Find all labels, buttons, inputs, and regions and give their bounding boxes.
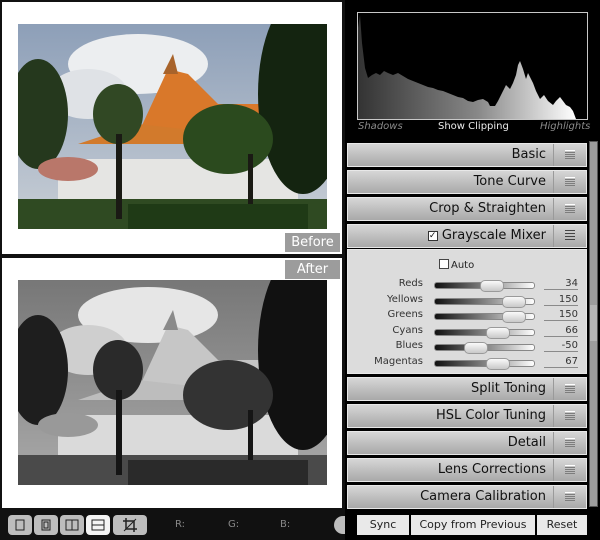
auto-checkbox[interactable]: Auto — [439, 259, 474, 271]
slider-track[interactable] — [434, 280, 535, 292]
after-photo — [18, 280, 327, 485]
view-toolbar: R: G: B: — [0, 510, 348, 540]
before-label: Before — [285, 233, 340, 252]
section-title: Lens Corrections — [437, 462, 546, 477]
section-enable-checkbox[interactable]: ✓ — [427, 231, 438, 241]
section-menu-icon[interactable] — [553, 225, 586, 247]
section-title: Detail — [507, 435, 546, 450]
section-menu-icon[interactable] — [553, 144, 586, 166]
scrollbar-thumb[interactable] — [590, 305, 597, 341]
section-title: Basic — [511, 147, 546, 162]
section-title: Grayscale Mixer — [441, 228, 546, 243]
slider-label: Greens — [387, 309, 424, 320]
slider-thumb[interactable] — [486, 326, 511, 339]
section-grayscale-mixer[interactable]: ✓ Grayscale Mixer — [347, 224, 587, 248]
slider-value-field[interactable]: 66 — [544, 325, 578, 337]
section-crop-straighten[interactable]: Crop & Straighten — [347, 197, 587, 221]
slider-value-field[interactable]: -50 — [544, 340, 578, 352]
slider-track[interactable] — [434, 357, 535, 370]
g-readout: G: — [228, 519, 240, 530]
slider-row-cyans: Cyans 66 — [348, 325, 588, 339]
section-menu-icon[interactable] — [553, 486, 586, 508]
before-photo — [18, 24, 327, 229]
section-menu-icon[interactable] — [553, 432, 586, 454]
slider-thumb[interactable] — [480, 280, 505, 292]
section-basic[interactable]: Basic — [347, 143, 587, 167]
section-title: Split Toning — [471, 381, 546, 396]
slider-thumb[interactable] — [502, 311, 527, 323]
copy-from-previous-button[interactable]: Copy from Previous — [411, 515, 535, 535]
slider-thumb[interactable] — [463, 342, 488, 354]
section-title: Camera Calibration — [420, 489, 546, 504]
slider-label: Blues — [395, 340, 423, 351]
auto-label: Auto — [451, 260, 475, 271]
slider-label: Reds — [398, 278, 423, 289]
section-menu-icon[interactable] — [553, 405, 586, 427]
reset-button[interactable]: Reset — [537, 515, 587, 535]
section-title: Crop & Straighten — [429, 201, 546, 216]
slider-track[interactable] — [434, 295, 535, 308]
slider-label: Yellows — [387, 293, 423, 305]
histogram — [357, 12, 588, 120]
section-menu-icon[interactable] — [553, 171, 586, 193]
grayscale-mixer-body: Auto Reds 34 Yellows 150 Greens 150 Cyans 66 Blu… — [347, 249, 587, 374]
split-frame-icon — [41, 519, 51, 531]
histogram-graph — [358, 15, 576, 119]
checkbox-box[interactable] — [439, 259, 449, 269]
slider-row-reds: Reds 34 — [348, 278, 588, 292]
section-menu-icon[interactable] — [553, 198, 586, 220]
before-after-top-bottom-button[interactable] — [86, 515, 110, 535]
slider-thumb[interactable] — [502, 295, 527, 308]
slider-value-field[interactable]: 34 — [544, 278, 578, 290]
crop-icon — [123, 518, 137, 532]
slider-row-blues: Blues -50 — [348, 340, 588, 354]
after-label: After — [285, 260, 340, 279]
slider-track[interactable] — [434, 326, 535, 339]
r-readout: R: — [175, 519, 186, 530]
before-after-left-right-button[interactable] — [60, 515, 84, 535]
highlights-clipping-label[interactable]: Highlights — [540, 121, 590, 132]
section-lens-corrections[interactable]: Lens Corrections — [347, 458, 587, 482]
slider-track[interactable] — [434, 342, 535, 354]
sync-button[interactable]: Sync — [357, 515, 409, 535]
section-menu-icon[interactable] — [553, 378, 586, 400]
preview-area: Before After — [0, 0, 345, 540]
section-camera-calibration[interactable]: Camera Calibration — [347, 485, 587, 509]
loupe-view-button[interactable] — [8, 515, 32, 535]
slider-row-magentas: Magentas 67 — [348, 356, 588, 370]
section-title-wrap: ✓ Grayscale Mixer — [427, 228, 546, 243]
side-by-side-icon — [65, 519, 79, 531]
slider-value-field[interactable]: 150 — [544, 309, 578, 321]
top-bottom-icon — [91, 519, 105, 531]
section-detail[interactable]: Detail — [347, 431, 587, 455]
slider-thumb[interactable] — [486, 357, 511, 370]
before-after-split-button[interactable] — [34, 515, 58, 535]
before-panel: Before — [2, 2, 342, 254]
section-title: Tone Curve — [473, 174, 546, 189]
b-readout: B: — [280, 519, 291, 530]
slider-row-greens: Greens 150 — [348, 309, 588, 323]
histogram-fill — [358, 15, 576, 119]
slider-track[interactable] — [434, 311, 535, 323]
after-panel: After — [2, 258, 342, 508]
crop-tool-button[interactable] — [113, 515, 147, 535]
section-menu-icon[interactable] — [553, 459, 586, 481]
shadows-clipping-label[interactable]: Shadows — [358, 121, 403, 132]
slider-row-yellows: Yellows 150 — [348, 294, 588, 308]
section-hsl-color-tuning[interactable]: HSL Color Tuning — [347, 404, 587, 428]
show-clipping-toggle[interactable]: Show Clipping — [438, 121, 509, 132]
section-split-toning[interactable]: Split Toning — [347, 377, 587, 401]
slider-value-field[interactable]: 67 — [544, 356, 578, 368]
slider-label: Cyans — [392, 324, 423, 336]
single-frame-icon — [15, 519, 25, 531]
slider-label: Magentas — [374, 355, 423, 367]
slider-value-field[interactable]: 150 — [544, 294, 578, 306]
section-tone-curve[interactable]: Tone Curve — [347, 170, 587, 194]
section-title: HSL Color Tuning — [435, 408, 546, 423]
